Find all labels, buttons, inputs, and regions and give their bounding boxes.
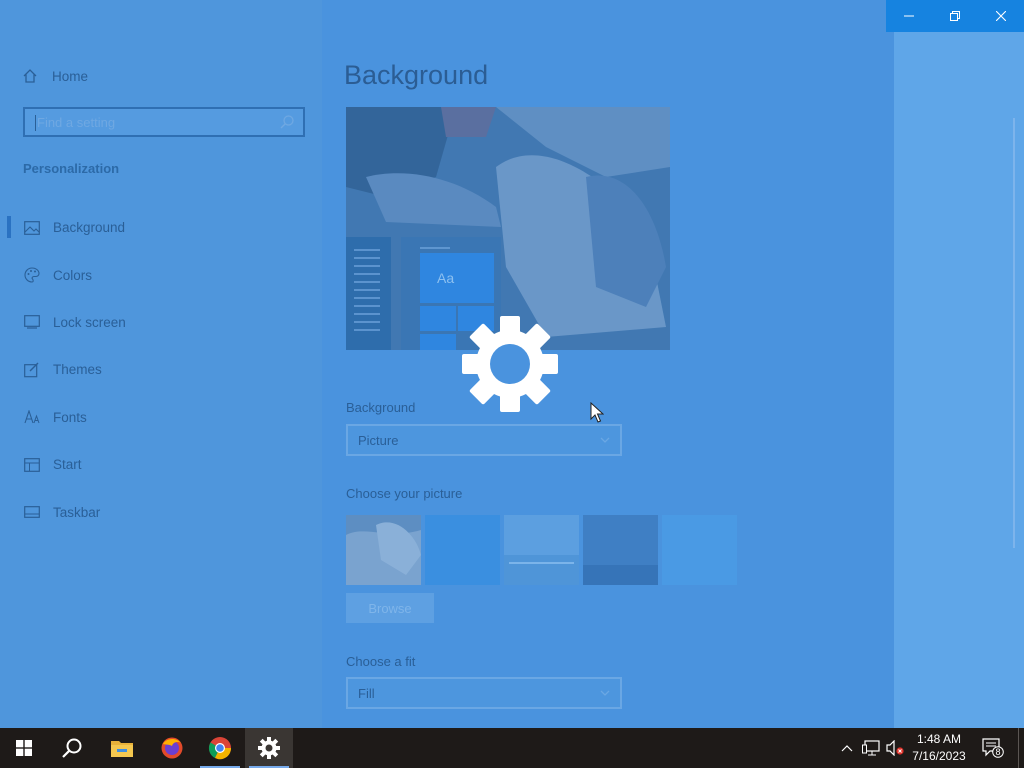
sidebar-item-label: Colors	[53, 267, 93, 283]
preview-sample-text: Aa	[437, 270, 455, 286]
search-button[interactable]	[48, 728, 96, 768]
chrome-icon	[208, 737, 232, 760]
sidebar-item-label: Background	[53, 220, 126, 236]
sidebar-item-label: Start	[53, 457, 82, 473]
search-placeholder: Find a setting	[37, 115, 116, 130]
picture-thumbnails	[346, 515, 737, 585]
window-controls	[886, 0, 1024, 32]
sidebar-item-start[interactable]: Start	[0, 441, 322, 488]
sidebar-item-lock-screen[interactable]: Lock screen	[0, 299, 322, 346]
volume-tray-button[interactable]	[884, 728, 906, 768]
mouse-cursor-icon	[590, 402, 604, 423]
restore-button[interactable]	[932, 0, 978, 32]
sidebar-item-background[interactable]: Background	[0, 204, 322, 251]
windows-logo-icon	[16, 740, 32, 756]
minimize-icon	[904, 15, 914, 17]
sidebar-item-label: Themes	[53, 362, 102, 378]
taskbar-icon	[23, 503, 41, 521]
sidebar-item-label: Taskbar	[53, 504, 101, 520]
gear-icon	[258, 737, 280, 759]
settings-sidebar: Home Find a setting Personalization Back…	[0, 0, 322, 728]
home-label: Home	[52, 68, 89, 84]
network-icon	[862, 740, 880, 756]
choose-picture-label: Choose your picture	[346, 486, 463, 501]
picture-thumbnail[interactable]	[662, 515, 737, 585]
volume-muted-icon	[886, 740, 904, 756]
sidebar-item-fonts[interactable]: Fonts	[0, 394, 322, 441]
background-dropdown[interactable]: Picture	[346, 424, 622, 456]
loading-gear-icon	[462, 316, 558, 412]
firefox-icon	[161, 737, 183, 759]
text-caret	[35, 115, 36, 131]
image-icon	[23, 219, 41, 237]
choose-fit-label: Choose a fit	[346, 654, 416, 669]
fit-dropdown-value: Fill	[358, 686, 375, 701]
find-setting-input[interactable]: Find a setting	[23, 107, 305, 137]
picture-thumbnail[interactable]	[346, 515, 421, 585]
lock-screen-icon	[23, 313, 41, 331]
settings-button[interactable]	[245, 728, 293, 768]
show-desktop-button[interactable]	[1018, 728, 1019, 768]
background-label: Background	[346, 400, 416, 415]
clock-time: 1:48 AM	[916, 732, 962, 746]
picture-thumbnail[interactable]	[504, 515, 579, 585]
fit-dropdown[interactable]: Fill	[346, 677, 622, 709]
taskbar: 1:48 AM 7/16/2023 8	[0, 728, 1024, 768]
firefox-button[interactable]	[148, 728, 196, 768]
scrollbar[interactable]	[1013, 118, 1015, 548]
action-center-button[interactable]: 8	[980, 728, 1006, 768]
browse-button[interactable]: Browse	[346, 593, 434, 623]
sidebar-item-taskbar[interactable]: Taskbar	[0, 488, 322, 535]
themes-icon	[23, 361, 41, 379]
chevron-down-icon	[600, 690, 610, 696]
restore-icon	[950, 11, 960, 21]
chevron-down-icon	[600, 437, 610, 443]
sidebar-item-colors[interactable]: Colors	[0, 251, 322, 298]
personalization-nav: Background Colors Lock screen Themes Fon…	[0, 204, 322, 536]
page-title: Background	[344, 60, 489, 90]
home-icon	[23, 69, 37, 83]
sidebar-item-label: Lock screen	[53, 314, 126, 330]
file-explorer-button[interactable]	[98, 728, 146, 768]
start-button[interactable]	[0, 728, 48, 768]
search-icon	[280, 115, 294, 129]
clock-date: 7/16/2023	[912, 749, 966, 763]
show-hidden-icons-button[interactable]	[838, 728, 856, 768]
close-button[interactable]	[978, 0, 1024, 32]
search-icon	[62, 738, 82, 758]
picture-thumbnail[interactable]	[583, 515, 658, 585]
close-icon	[996, 11, 1006, 21]
chevron-up-icon	[841, 745, 853, 752]
background-dropdown-value: Picture	[358, 433, 399, 448]
chrome-button[interactable]	[196, 728, 244, 768]
folder-icon	[111, 741, 133, 757]
window-right-edge	[894, 0, 1024, 728]
network-tray-button[interactable]	[860, 728, 882, 768]
taskbar-clock[interactable]: 1:48 AM 7/16/2023	[905, 731, 973, 765]
sidebar-item-themes[interactable]: Themes	[0, 346, 322, 393]
picture-thumbnail[interactable]	[425, 515, 500, 585]
notification-count-badge: 8	[995, 747, 1001, 757]
minimize-button[interactable]	[886, 0, 932, 32]
sidebar-item-label: Fonts	[53, 409, 87, 425]
home-nav-item[interactable]: Home	[22, 68, 88, 84]
section-title: Personalization	[23, 161, 120, 176]
start-icon	[23, 456, 41, 474]
fonts-icon	[23, 408, 41, 426]
palette-icon	[23, 266, 41, 284]
